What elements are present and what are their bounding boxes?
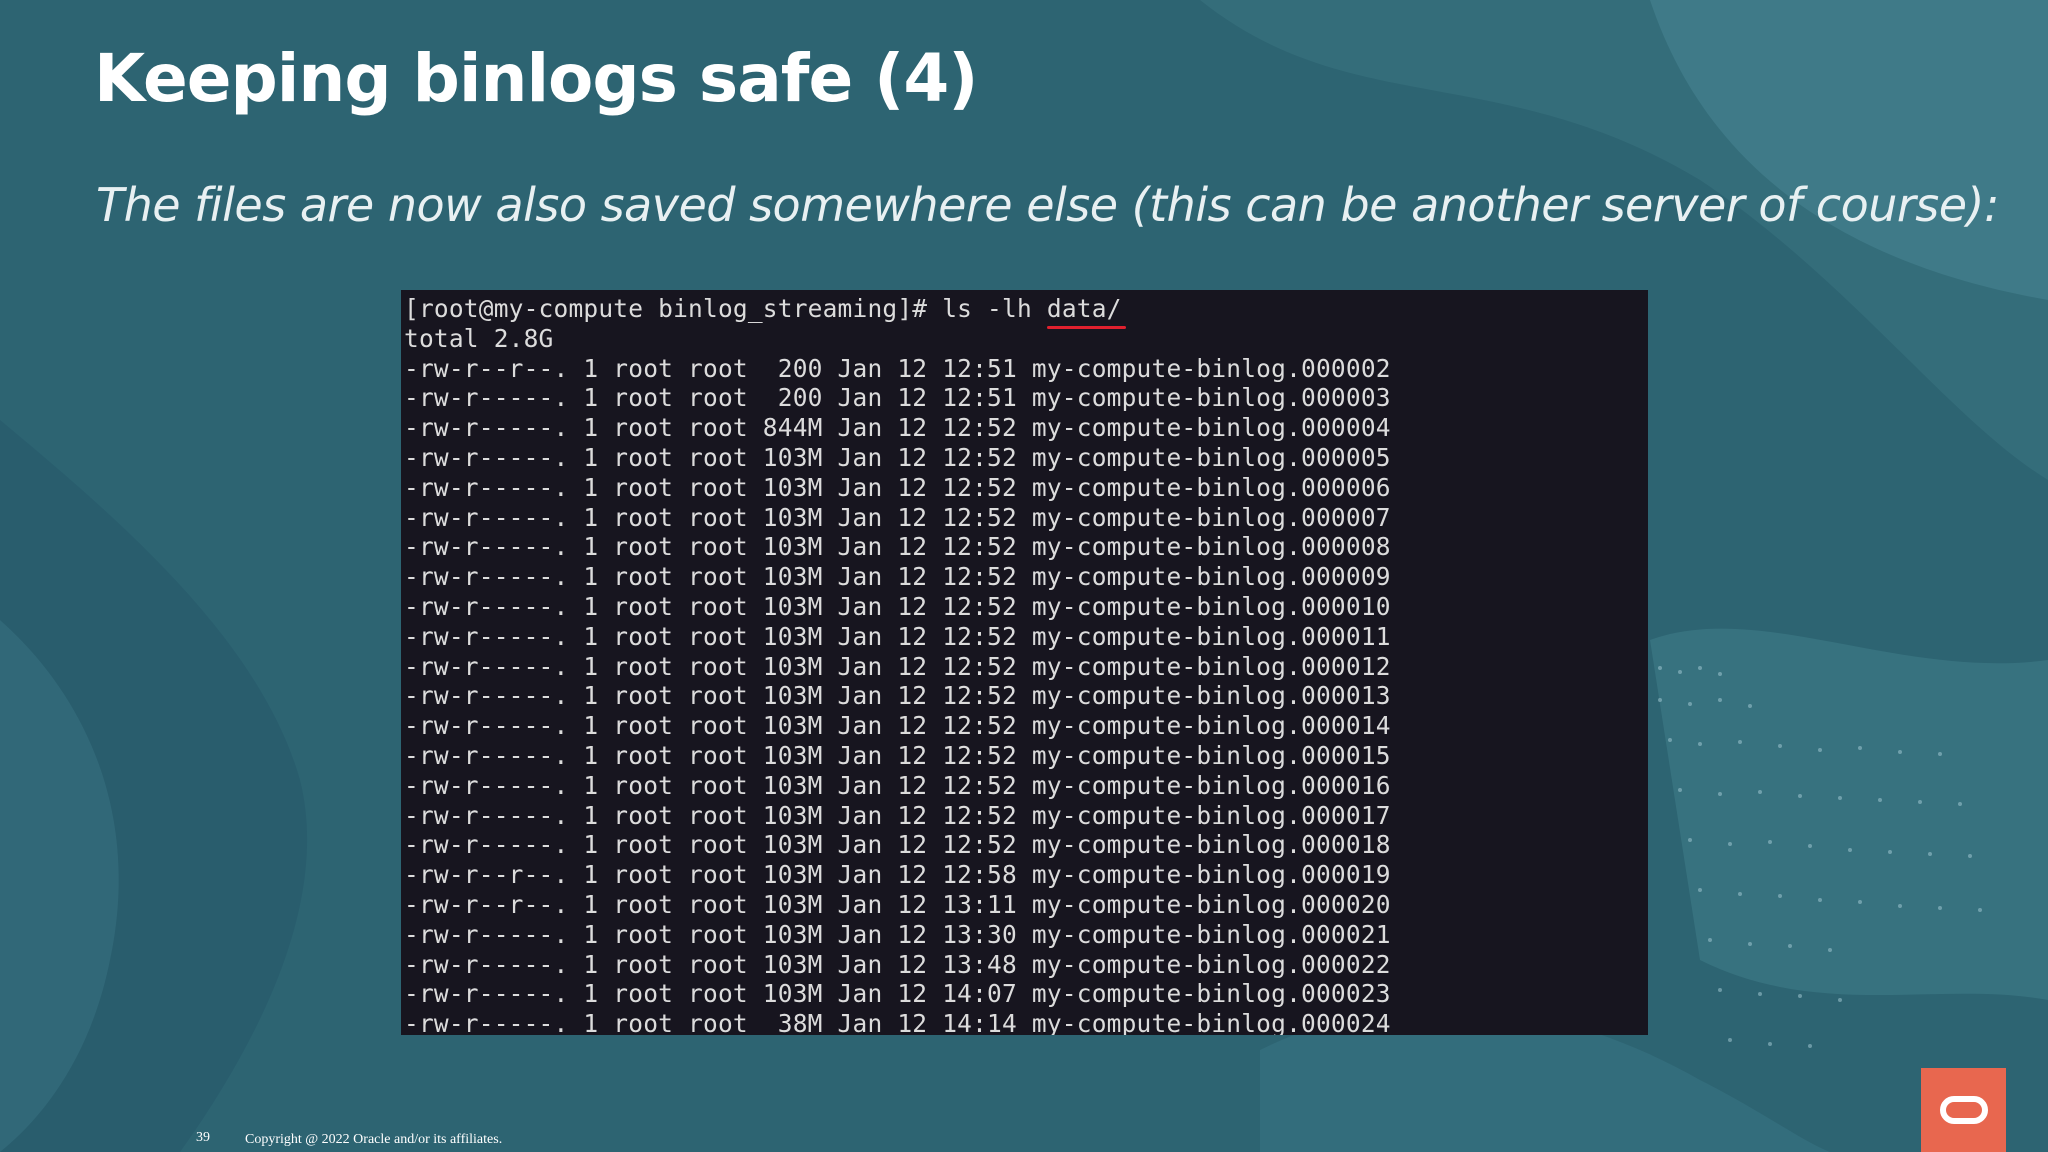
terminal-output-line: -rw-r-----. 1 root root 103M Jan 12 12:5… — [404, 711, 1391, 741]
terminal-output-line: -rw-r--r--. 1 root root 200 Jan 12 12:51… — [404, 353, 1391, 383]
terminal-prompt-line: [root@my-compute binlog_streaming]# ls -… — [404, 294, 1648, 329]
terminal-command-arg-text: data/ — [1046, 294, 1122, 323]
slide-subtitle: The files are now also saved somewhere e… — [96, 178, 2000, 232]
terminal-output-line: -rw-r-----. 1 root root 103M Jan 12 12:5… — [404, 562, 1391, 592]
terminal-output-line: -rw-r--r--. 1 root root 103M Jan 12 13:1… — [404, 889, 1391, 919]
terminal-output-line: -rw-r-----. 1 root root 103M Jan 12 12:5… — [404, 591, 1391, 621]
terminal-output-line: -rw-r-----. 1 root root 103M Jan 12 12:5… — [404, 532, 1391, 562]
terminal-output-line: -rw-r--r--. 1 root root 103M Jan 12 12:5… — [404, 860, 1391, 890]
terminal-command-arg: data/ — [1046, 294, 1126, 329]
terminal-output-line: -rw-r-----. 1 root root 103M Jan 12 12:5… — [404, 770, 1391, 800]
terminal-output-line: -rw-r-----. 1 root root 103M Jan 12 12:5… — [404, 740, 1391, 770]
copyright-text: Copyright @ 2022 Oracle and/or its affil… — [245, 1132, 503, 1147]
terminal-output-line: -rw-r-----. 1 root root 200 Jan 12 12:51… — [404, 383, 1391, 413]
terminal-output-line: -rw-r-----. 1 root root 103M Jan 12 12:5… — [404, 681, 1391, 711]
terminal-output-line: -rw-r-----. 1 root root 103M Jan 12 12:5… — [404, 651, 1391, 681]
terminal-total-line: total 2.8G — [404, 323, 554, 353]
terminal-output-line: -rw-r-----. 1 root root 103M Jan 12 13:3… — [404, 919, 1391, 949]
terminal-output-line: -rw-r-----. 1 root root 38M Jan 12 14:14… — [404, 1009, 1391, 1035]
terminal-output-line: -rw-r-----. 1 root root 844M Jan 12 12:5… — [404, 413, 1391, 443]
oracle-logo-icon — [1921, 1068, 2006, 1152]
terminal-output-line: -rw-r-----. 1 root root 103M Jan 12 12:5… — [404, 830, 1391, 860]
terminal-output-line: -rw-r-----. 1 root root 103M Jan 12 12:5… — [404, 472, 1391, 502]
terminal-output-line: -rw-r-----. 1 root root 103M Jan 12 12:5… — [404, 800, 1391, 830]
oracle-ring-shape — [1939, 1096, 1988, 1124]
terminal-output-line: -rw-r-----. 1 root root 103M Jan 12 14:0… — [404, 979, 1391, 1009]
terminal-output-line: -rw-r-----. 1 root root 103M Jan 12 12:5… — [404, 442, 1391, 472]
terminal-output-line: -rw-r-----. 1 root root 103M Jan 12 13:4… — [404, 949, 1391, 979]
page-number: 39 — [196, 1130, 210, 1145]
terminal-output-line: -rw-r-----. 1 root root 103M Jan 12 12:5… — [404, 502, 1391, 532]
slide-title: Keeping binlogs safe (4) — [94, 40, 978, 117]
terminal-prompt: [root@my-compute binlog_streaming]# ls -… — [404, 294, 1047, 323]
terminal-screenshot: [root@my-compute binlog_streaming]# ls -… — [401, 290, 1648, 1035]
red-underline-mark — [1046, 326, 1126, 329]
terminal-output-line: -rw-r-----. 1 root root 103M Jan 12 12:5… — [404, 621, 1391, 651]
